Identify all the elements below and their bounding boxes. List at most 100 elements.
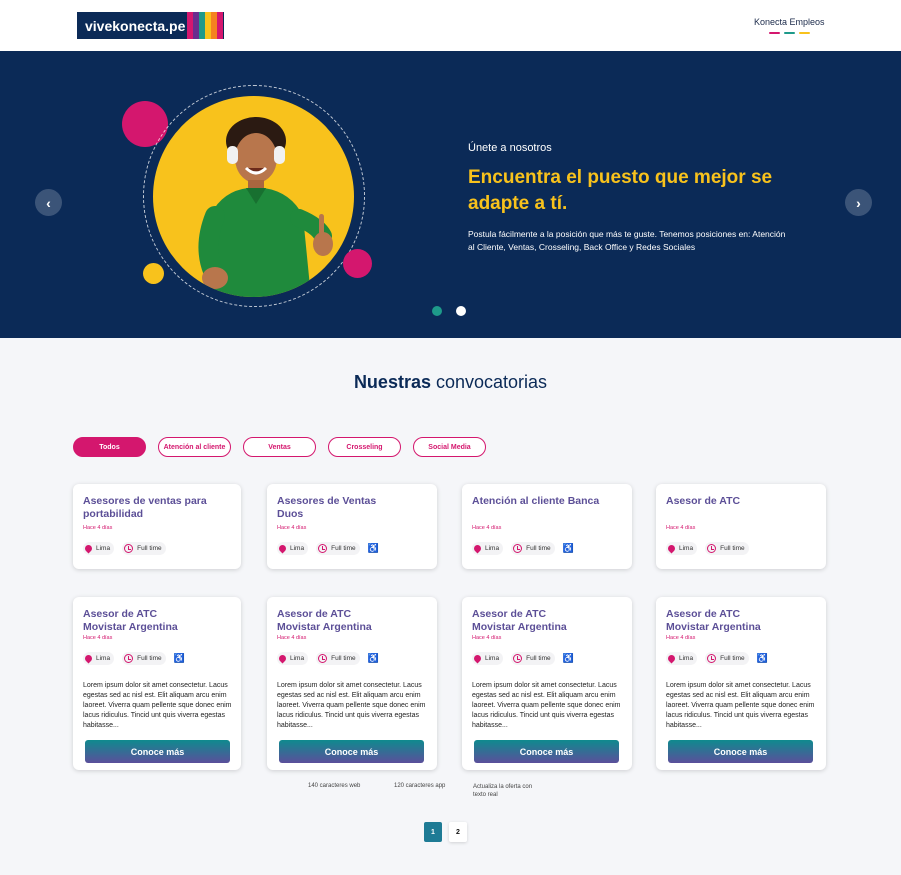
- wheelchair-icon: ♿: [562, 653, 574, 663]
- carousel-indicator-1[interactable]: [432, 306, 442, 316]
- clock-icon: [124, 544, 134, 553]
- nav-dash: [784, 32, 795, 34]
- section-title-bold: Nuestras: [353, 372, 431, 392]
- schedule-text: Full time: [331, 545, 356, 552]
- schedule-tag: Full time: [705, 652, 749, 665]
- clock-icon: [124, 654, 134, 663]
- hero-title: Encuentra el puesto que mejor se adapte …: [468, 167, 773, 214]
- chevron-left-icon: ‹: [46, 194, 51, 211]
- pagination-page-1[interactable]: 1: [424, 822, 442, 842]
- site-header: vivekonecta.pe Konecta Empleos: [0, 0, 901, 51]
- job-posted-time: Hace 4 días: [277, 635, 307, 641]
- job-tags: Lima Full time ♿: [472, 652, 574, 665]
- hero-image: [153, 96, 354, 297]
- section-title-rest: convocatorias: [430, 372, 548, 392]
- schedule-tag: Full time: [122, 652, 166, 665]
- conoce-mas-button[interactable]: Conoce más: [474, 740, 619, 763]
- schedule-tag: Full time: [511, 652, 555, 665]
- filter-ventas[interactable]: Ventas: [243, 437, 316, 457]
- job-card-detailed[interactable]: Asesor de ATC Movistar Argentina Hace 4 …: [656, 597, 826, 770]
- nav-dash: [769, 32, 780, 34]
- wheelchair-icon: ♿: [756, 653, 768, 663]
- location-text: Lima: [679, 655, 694, 662]
- decor-dot: [143, 263, 164, 284]
- chevron-right-icon: ›: [856, 194, 861, 211]
- job-tags: Lima Full time: [666, 542, 749, 555]
- site-logo[interactable]: vivekonecta.pe: [77, 12, 224, 39]
- carousel-indicator-2[interactable]: [456, 306, 466, 316]
- job-posted-time: Hace 4 días: [83, 635, 113, 641]
- schedule-text: Full time: [720, 545, 745, 552]
- location-pin-icon: [83, 543, 94, 554]
- conoce-mas-button[interactable]: Conoce más: [668, 740, 813, 763]
- location-text: Lima: [485, 545, 500, 552]
- logo-text: vivekonecta.pe: [85, 17, 186, 34]
- job-card-detailed[interactable]: Asesor de ATC Movistar Argentina Hace 4 …: [267, 597, 437, 770]
- job-card-detailed[interactable]: Asesor de ATC Movistar Argentina Hace 4 …: [73, 597, 241, 770]
- job-card[interactable]: Asesor de ATC Hace 4 días Lima Full time: [656, 484, 826, 569]
- location-text: Lima: [96, 655, 111, 662]
- filter-todos[interactable]: Todos: [73, 437, 146, 457]
- schedule-text: Full time: [526, 545, 551, 552]
- nav-link-konecta-empleos[interactable]: Konecta Empleos: [754, 17, 825, 27]
- pagination-page-2[interactable]: 2: [449, 822, 467, 842]
- schedule-tag: Full time: [316, 652, 360, 665]
- decor-dot: [343, 249, 372, 278]
- location-pin-icon: [277, 653, 288, 664]
- job-title: Asesores de Ventas Duos: [277, 495, 377, 520]
- section-title: Nuestras convocatorias: [0, 372, 901, 393]
- job-card-detailed[interactable]: Asesor de ATC Movistar Argentina Hace 4 …: [462, 597, 632, 770]
- schedule-tag: Full time: [122, 542, 166, 555]
- job-description: Lorem ipsum dolor sit amet consectetur. …: [277, 682, 426, 729]
- location-tag: Lima: [666, 542, 698, 555]
- job-tags: Lima Full time ♿: [666, 652, 768, 665]
- filter-social-media[interactable]: Social Media: [413, 437, 486, 457]
- carousel-next-button[interactable]: ›: [845, 189, 872, 216]
- hero-carousel: ‹ › Únete a nosotros Encuentra el puesto…: [0, 51, 901, 338]
- job-description: Lorem ipsum dolor sit amet consectetur. …: [83, 682, 232, 729]
- job-description: Lorem ipsum dolor sit amet consectetur. …: [472, 682, 621, 729]
- logo-stripes: [187, 12, 223, 39]
- location-text: Lima: [290, 545, 305, 552]
- conoce-mas-button[interactable]: Conoce más: [85, 740, 230, 763]
- location-text: Lima: [96, 545, 111, 552]
- annotation-note-app: 120 caracteres app: [394, 783, 446, 789]
- annotation-note-web: 140 caracteres web: [308, 783, 361, 789]
- conoce-mas-button[interactable]: Conoce más: [279, 740, 424, 763]
- filter-atencion-al-cliente[interactable]: Atención al cliente: [158, 437, 231, 457]
- clock-icon: [318, 544, 328, 553]
- schedule-text: Full time: [720, 655, 745, 662]
- clock-icon: [513, 544, 523, 553]
- carousel-indicators: [432, 306, 466, 316]
- clock-icon: [513, 654, 523, 663]
- wheelchair-icon: ♿: [562, 543, 574, 553]
- location-tag: Lima: [277, 652, 309, 665]
- location-pin-icon: [666, 543, 677, 554]
- logo-stripe: [217, 12, 223, 39]
- location-pin-icon: [666, 653, 677, 664]
- schedule-tag: Full time: [316, 542, 360, 555]
- filter-crosseling[interactable]: Crosseling: [328, 437, 401, 457]
- wheelchair-icon: ♿: [367, 653, 379, 663]
- location-tag: Lima: [83, 652, 115, 665]
- job-posted-time: Hace 4 días: [83, 525, 113, 531]
- location-tag: Lima: [472, 652, 504, 665]
- location-tag: Lima: [83, 542, 115, 555]
- person-illustration: [198, 117, 333, 297]
- job-tags: Lima Full time ♿: [277, 652, 379, 665]
- location-tag: Lima: [277, 542, 309, 555]
- location-text: Lima: [679, 545, 694, 552]
- job-title: Asesor de ATC Movistar Argentina: [666, 608, 761, 633]
- schedule-text: Full time: [331, 655, 356, 662]
- job-title: Asesor de ATC Movistar Argentina: [472, 608, 567, 633]
- job-tags: Lima Full time ♿: [472, 542, 574, 555]
- job-card[interactable]: Asesores de ventas para portabilidad Hac…: [73, 484, 241, 569]
- job-card[interactable]: Asesores de Ventas Duos Hace 4 días Lima…: [267, 484, 437, 569]
- job-title: Asesor de ATC Movistar Argentina: [277, 608, 372, 633]
- carousel-prev-button[interactable]: ‹: [35, 189, 62, 216]
- job-posted-time: Hace 4 días: [666, 635, 696, 641]
- hero-description: Postula fácilmente a la posición que más…: [468, 229, 786, 252]
- location-pin-icon: [277, 543, 288, 554]
- location-tag: Lima: [472, 542, 504, 555]
- job-card[interactable]: Atención al cliente Banca Hace 4 días Li…: [462, 484, 632, 569]
